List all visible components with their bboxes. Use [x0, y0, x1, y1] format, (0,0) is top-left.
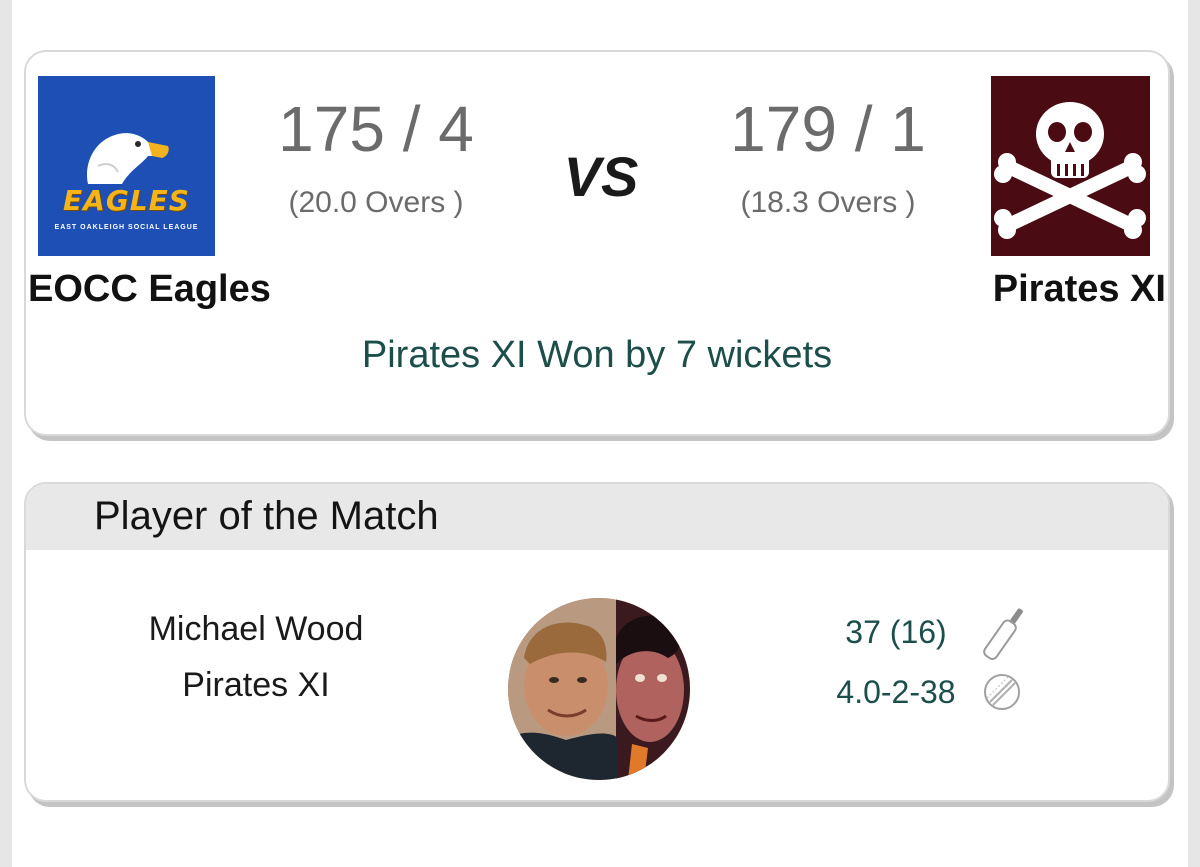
vs-label: VS	[563, 145, 639, 208]
match-score-card[interactable]: EAGLES EAST OAKLEIGH SOCIAL LEAGUE 175 /…	[24, 50, 1170, 436]
cricket-bat-icon	[982, 604, 1026, 669]
away-overs: (18.3 Overs )	[740, 186, 916, 219]
player-of-match-title: Player of the Match	[94, 494, 439, 538]
bowling-figures: 4.0-2-38	[836, 674, 956, 710]
left-edge-strip	[0, 0, 12, 867]
pirates-logo	[991, 76, 1150, 256]
right-edge-strip	[1188, 0, 1200, 867]
player-photo	[508, 598, 690, 780]
away-score: 179 / 1	[730, 93, 926, 165]
player-of-match-card[interactable]: Player of the Match Michael Wood Pirates…	[24, 482, 1170, 802]
eagles-logo-text: EAGLES	[63, 184, 190, 217]
eagle-head-icon	[87, 133, 169, 184]
home-overs: (20.0 Overs )	[288, 186, 464, 219]
eagles-logo-subtext: EAST OAKLEIGH SOCIAL LEAGUE	[54, 224, 199, 231]
home-score: 175 / 4	[278, 93, 474, 165]
skull-crossbones-icon	[994, 102, 1146, 239]
match-result: Pirates XI Won by 7 wickets	[361, 334, 833, 376]
player-of-match-header: Player of the Match	[26, 484, 1168, 550]
home-team-name[interactable]: EOCC Eagles	[28, 268, 271, 311]
away-team-name[interactable]: Pirates XI	[993, 268, 1166, 311]
eagles-logo: EAGLES EAST OAKLEIGH SOCIAL LEAGUE	[38, 76, 215, 256]
player-name[interactable]: Michael Wood	[116, 610, 396, 649]
player-avatar	[508, 598, 690, 780]
cricket-ball-icon	[982, 672, 1022, 717]
batting-figures: 37 (16)	[845, 614, 947, 650]
player-team: Pirates XI	[182, 666, 330, 704]
